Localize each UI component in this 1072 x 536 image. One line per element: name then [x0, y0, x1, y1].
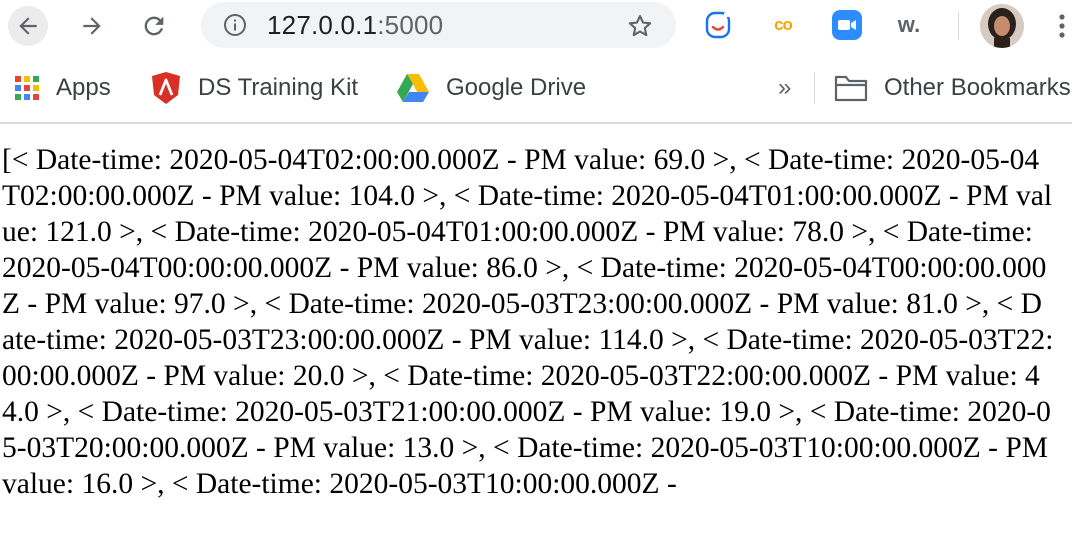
- bookmark-apps-label: Apps: [56, 74, 111, 101]
- w-extension-label: w.: [897, 12, 921, 37]
- forward-arrow-icon: [83, 17, 101, 35]
- toolbar-divider: [958, 12, 959, 40]
- reload-icon: [144, 16, 164, 36]
- url-port: :5000: [377, 10, 444, 40]
- zoom-icon: [832, 10, 862, 40]
- smiley-extension-icon: [705, 11, 731, 39]
- bookmark-ds-training-kit-label: DS Training Kit: [198, 74, 359, 101]
- kebab-menu-icon[interactable]: [1052, 10, 1072, 42]
- ds-shield-icon: [152, 72, 180, 104]
- browser-toolbar: 127.0.0.1:5000 co w.: [0, 0, 1072, 52]
- avatar-image: [980, 4, 1024, 48]
- bookmarks-overflow-button[interactable]: »: [778, 71, 791, 105]
- url-host: 127.0.0.1: [267, 10, 378, 40]
- other-bookmarks-label: Other Bookmarks: [884, 74, 1071, 101]
- smiley-extension-button[interactable]: [701, 8, 735, 42]
- page-content: [< Date-time: 2020-05-04T02:00:00.000Z -…: [0, 124, 1072, 536]
- co-extension-button[interactable]: co: [766, 8, 800, 42]
- page-body-text: [< Date-time: 2020-05-04T02:00:00.000Z -…: [2, 144, 1054, 500]
- apps-grid-icon: [15, 76, 39, 100]
- co-extension-label: co: [774, 15, 793, 34]
- google-drive-icon: [397, 74, 429, 102]
- info-icon[interactable]: [223, 13, 247, 37]
- bookmark-ds-training-kit[interactable]: DS Training Kit: [150, 71, 358, 105]
- w-extension-button[interactable]: w.: [892, 8, 926, 42]
- address-bar[interactable]: 127.0.0.1:5000: [201, 2, 676, 48]
- star-icon[interactable]: [626, 12, 654, 40]
- bookmark-google-drive[interactable]: Google Drive: [396, 71, 586, 105]
- bookmarks-divider: [814, 72, 815, 104]
- bookmarks-bar: Apps DS Training Kit Google Drive » Othe…: [0, 52, 1072, 124]
- forward-button[interactable]: [72, 6, 112, 46]
- folder-icon: [834, 75, 868, 102]
- bookmark-apps[interactable]: Apps: [14, 71, 111, 105]
- back-arrow-icon: [19, 17, 37, 35]
- other-bookmarks-folder[interactable]: Other Bookmarks: [834, 71, 1071, 105]
- reload-button[interactable]: [134, 6, 174, 46]
- url-text[interactable]: 127.0.0.1:5000: [267, 10, 443, 40]
- zoom-extension-button[interactable]: [830, 8, 864, 42]
- back-button[interactable]: [8, 6, 48, 46]
- profile-avatar[interactable]: [980, 4, 1024, 48]
- bookmark-google-drive-label: Google Drive: [446, 74, 587, 101]
